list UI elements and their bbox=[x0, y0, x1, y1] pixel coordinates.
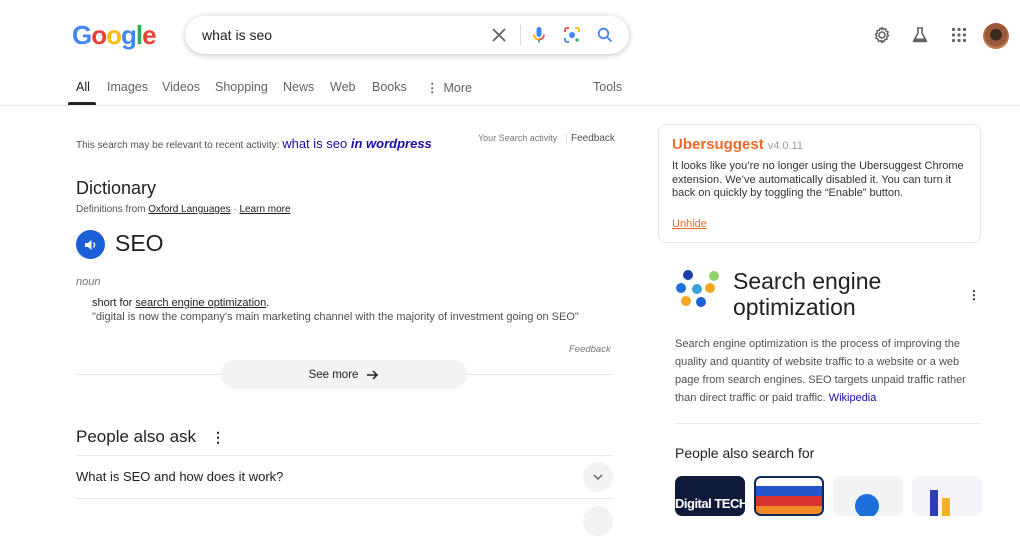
usage-example: "digital is now the company's main marke… bbox=[92, 311, 579, 323]
ubersuggest-version: v4.0.11 bbox=[767, 140, 803, 152]
logo-letter: e bbox=[142, 20, 157, 50]
ubersuggest-name: Ubersuggest bbox=[672, 136, 764, 153]
separator: · bbox=[233, 204, 237, 215]
related-search-thumbnail[interactable] bbox=[754, 476, 824, 516]
see-more-button[interactable]: See more bbox=[221, 360, 467, 389]
description-text: Search engine optimization is the proces… bbox=[675, 338, 966, 404]
knowledge-panel-thumbnail[interactable] bbox=[674, 268, 724, 312]
tab-shopping[interactable]: Shopping bbox=[215, 80, 268, 94]
unhide-link[interactable]: Unhide bbox=[672, 218, 707, 230]
dictionary-word: SEO bbox=[115, 230, 164, 256]
tab-more[interactable]: ⋮ More bbox=[426, 80, 472, 95]
more-vert-icon: ⋮ bbox=[426, 81, 439, 95]
ubersuggest-card: Ubersuggest v4.0.11 It looks like you’re … bbox=[658, 124, 981, 243]
active-tab-indicator bbox=[68, 102, 96, 105]
chevron-down-icon[interactable] bbox=[583, 462, 613, 492]
search-input[interactable]: what is seo bbox=[202, 27, 272, 43]
people-also-search-for-title: People also search for bbox=[675, 445, 815, 461]
apps-icon[interactable] bbox=[948, 24, 970, 46]
dictionary-feedback-link[interactable]: Feedback bbox=[569, 344, 611, 355]
avatar[interactable] bbox=[983, 23, 1009, 49]
tab-books[interactable]: Books bbox=[372, 80, 407, 94]
related-search-thumbnail[interactable] bbox=[833, 476, 903, 516]
related-search-thumbnail[interactable] bbox=[912, 476, 982, 516]
knowledge-panel-title: Search engine optimization bbox=[733, 268, 882, 320]
definition-suffix: . bbox=[266, 297, 270, 309]
tab-more-label: More bbox=[443, 81, 472, 95]
definition: short for search engine optimization. bbox=[92, 297, 269, 309]
source-prefix: Definitions from bbox=[76, 204, 146, 215]
knowledge-panel-description: Search engine optimization is the proces… bbox=[675, 335, 985, 407]
learn-more-link[interactable]: Learn more bbox=[239, 204, 290, 215]
chevron-down-icon[interactable] bbox=[583, 506, 613, 536]
recent-activity-prefix: This search may be relevant to recent ac… bbox=[76, 140, 280, 151]
tab-all[interactable]: All bbox=[76, 80, 90, 94]
divider bbox=[76, 498, 613, 499]
oxford-languages-link[interactable]: Oxford Languages bbox=[148, 204, 230, 215]
settings-icon[interactable] bbox=[871, 24, 893, 46]
tab-videos[interactable]: Videos bbox=[162, 80, 200, 94]
paa-question[interactable]: What is SEO and how does it work? bbox=[76, 469, 283, 484]
logo-letter: g bbox=[121, 20, 137, 50]
arrow-right-icon bbox=[367, 369, 379, 380]
part-of-speech: noun bbox=[76, 276, 101, 288]
ubersuggest-title: Ubersuggest v4.0.11 bbox=[672, 136, 803, 153]
your-search-activity-link[interactable]: Your Search activity bbox=[478, 133, 557, 143]
lens-icon[interactable] bbox=[561, 24, 583, 46]
more-options-icon[interactable]: ⋮ bbox=[968, 288, 980, 302]
search-icon[interactable] bbox=[594, 24, 616, 46]
recent-activity-notice: This search may be relevant to recent ac… bbox=[76, 136, 432, 151]
dictionary-title: Dictionary bbox=[76, 178, 157, 198]
divider bbox=[675, 423, 981, 424]
tab-web[interactable]: Web bbox=[330, 80, 355, 94]
people-also-ask-title: People also ask bbox=[76, 427, 197, 446]
more-options-icon[interactable]: ⋮ bbox=[211, 429, 225, 446]
dictionary-source: Definitions from Oxford Languages · Lear… bbox=[76, 204, 291, 215]
related-search-thumbnail[interactable]: Digital TECHNOLOGY bbox=[675, 476, 745, 516]
thumbnail-text: Digital TECHNOLOGY bbox=[675, 496, 745, 511]
see-more-label: See more bbox=[308, 368, 359, 381]
logo-letter: o bbox=[91, 20, 107, 50]
labs-icon[interactable] bbox=[909, 24, 931, 46]
tab-images[interactable]: Images bbox=[107, 80, 148, 94]
tools-button[interactable]: Tools bbox=[593, 80, 622, 94]
clear-icon[interactable] bbox=[488, 24, 510, 46]
query-plain: what is seo bbox=[282, 136, 348, 151]
recent-activity-query-link[interactable]: what is seo in wordpress bbox=[282, 136, 432, 151]
pronunciation-speaker-icon[interactable] bbox=[76, 230, 105, 259]
definition-link[interactable]: search engine optimization bbox=[135, 297, 266, 309]
search-tabs: All Images Videos Shopping News Web Book… bbox=[0, 78, 1020, 106]
logo-letter: G bbox=[72, 20, 92, 50]
divider bbox=[76, 455, 613, 456]
ubersuggest-message: It looks like you’re no longer using the… bbox=[672, 160, 964, 199]
voice-search-icon[interactable] bbox=[528, 24, 550, 46]
feedback-link[interactable]: Feedback bbox=[566, 133, 615, 144]
search-divider bbox=[520, 25, 521, 45]
wikipedia-link[interactable]: Wikipedia bbox=[829, 392, 877, 404]
search-box[interactable]: what is seo bbox=[185, 16, 629, 54]
google-logo[interactable]: Google bbox=[72, 20, 157, 51]
definition-prefix: short for bbox=[92, 297, 133, 309]
query-bold: in wordpress bbox=[350, 136, 432, 151]
logo-letter: o bbox=[106, 20, 122, 50]
tab-news[interactable]: News bbox=[283, 80, 314, 94]
